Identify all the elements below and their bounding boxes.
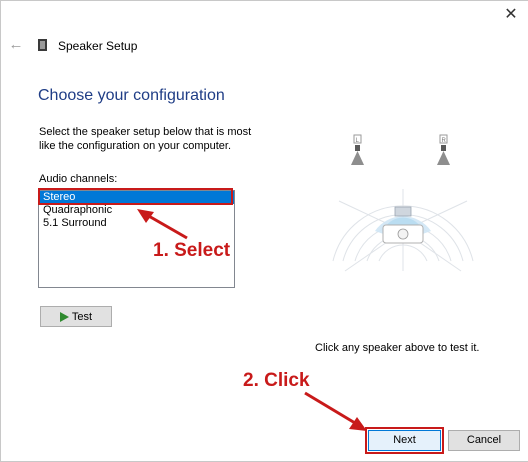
left-speaker-icon[interactable]: L xyxy=(351,134,364,165)
annotation-arrow-select xyxy=(137,209,188,240)
next-button[interactable]: Next xyxy=(368,430,441,451)
audio-channels-label: Audio channels: xyxy=(39,173,118,185)
test-hint: Click any speaker above to test it. xyxy=(315,342,480,354)
right-speaker-label: R xyxy=(442,138,447,144)
list-item-stereo[interactable]: Stereo xyxy=(39,191,234,204)
listener-icon xyxy=(382,206,424,244)
speaker-icon xyxy=(38,39,47,51)
speaker-setup-window: ✕ ← Speaker Setup Choose your configurat… xyxy=(0,0,528,462)
page-description: Select the speaker setup below that is m… xyxy=(39,126,252,152)
right-speaker-icon[interactable]: R xyxy=(437,134,450,165)
test-button[interactable]: Test xyxy=(40,306,112,327)
window-title: Speaker Setup xyxy=(58,39,138,53)
step1-annotation: 1. Select xyxy=(153,240,231,261)
page-heading: Choose your configuration xyxy=(38,87,225,104)
back-arrow-icon[interactable]: ← xyxy=(7,36,25,54)
close-icon[interactable]: ✕ xyxy=(497,3,525,27)
test-button-label: Test xyxy=(71,310,93,323)
speaker-diagram: L R xyxy=(332,134,474,272)
cancel-button[interactable]: Cancel xyxy=(448,430,520,451)
play-icon xyxy=(59,311,69,322)
annotation-arrow-click xyxy=(304,391,367,431)
